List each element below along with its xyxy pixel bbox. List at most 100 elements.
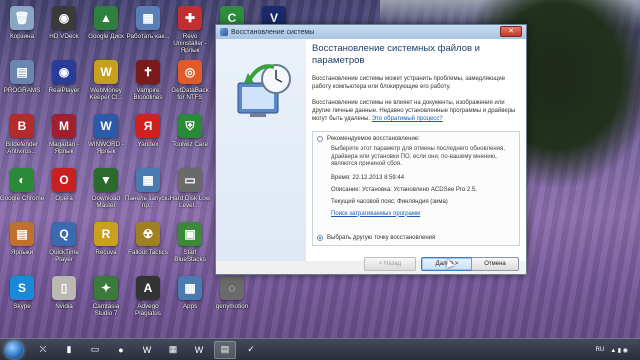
desktop-icon[interactable]: W WebMoney Keeper Cl... xyxy=(84,60,128,120)
desktop-icon[interactable]: ✚ Revo Uninstaller - Ярлык xyxy=(168,6,212,66)
desktop-icon-label: Recuva xyxy=(95,249,117,256)
app-icon: ▦ xyxy=(136,6,160,30)
desktop-icon[interactable]: ▼ Download Master xyxy=(84,168,128,228)
desktop-icon[interactable]: ▣ Start BlueStacks xyxy=(168,222,212,282)
desktop-icon[interactable]: S Skype xyxy=(0,276,44,336)
recommended-description: Выберите этот параметр для отмены послед… xyxy=(331,146,505,167)
dialog-content: Восстановление системных файлов и параме… xyxy=(216,39,526,261)
other-restore-label: Выбрать другую точку восстановления xyxy=(327,235,436,241)
desktop-icon[interactable]: Q QuickTime Player xyxy=(42,222,86,282)
desktop-icon[interactable]: ▦ Работать как... xyxy=(126,6,170,66)
reversible-link[interactable]: Это обратимый процесс? xyxy=(372,116,443,122)
desktop-icon[interactable]: ▭ Hard Disk Low Level ... xyxy=(168,168,212,228)
check-icon[interactable]: ✓ xyxy=(240,341,262,359)
desktop-icon[interactable]: ◌ genymotion xyxy=(210,276,254,336)
desktop-icon[interactable]: O Opera xyxy=(42,168,86,228)
app-icon: ◐ xyxy=(10,168,34,192)
recommended-restore-radio[interactable]: Рекомендуемое восстановление: xyxy=(317,136,515,142)
other-restore-point-radio[interactable]: Выбрать другую точку восстановления xyxy=(317,235,435,241)
app-icon: ✦ xyxy=(94,276,118,300)
affected-programs-link[interactable]: Поиск затрагиваемых программ xyxy=(331,211,515,217)
desktop-icon[interactable]: R Recuva xyxy=(84,222,128,282)
desktop-icon-label: Magadan - Ярлык xyxy=(48,141,80,155)
dialog-buttons: < Назад Далее > Отмена xyxy=(216,257,526,275)
dialog-main: Восстановление системных файлов и параме… xyxy=(312,43,520,246)
desktop-icon-label: Работать как... xyxy=(126,33,170,40)
desktop-icon[interactable]: ◐ Google Chrome xyxy=(0,168,44,228)
desktop-icon[interactable]: ◉ RealPlayer xyxy=(42,60,86,120)
cancel-button[interactable]: Отмена xyxy=(471,257,519,271)
app-icon: ▲ xyxy=(94,6,118,30)
desktop-icon-label: Корзина xyxy=(10,33,34,40)
desktop-icon-label: Toolwiz Care xyxy=(171,141,209,148)
word-icon[interactable]: W xyxy=(136,341,158,359)
desktop-icon-label: genymotion xyxy=(215,303,249,310)
desktop-icon[interactable]: ▦ Панель запуска пр... xyxy=(125,168,171,228)
restore-description: Описание: Установка: Установлено ACDSee … xyxy=(331,186,477,193)
start-button[interactable] xyxy=(0,339,28,360)
app-icon: ◉ xyxy=(52,6,76,30)
app-icon: ▯ xyxy=(52,276,76,300)
recommended-label: Рекомендуемое восстановление: xyxy=(327,136,420,142)
desktop-icon[interactable]: Я Yandex xyxy=(126,114,170,174)
restore-options: Рекомендуемое восстановление: Выберите э… xyxy=(312,131,520,246)
desktop-icon[interactable]: ◎ GetDataBack for NTFS xyxy=(168,60,212,120)
folder-icon[interactable]: ▮ xyxy=(58,341,80,359)
desktop-icon-label: WINWORD - Ярлык xyxy=(87,141,125,155)
app-icon: R xyxy=(94,222,118,246)
back-button[interactable]: < Назад xyxy=(364,257,416,271)
desktop-icon[interactable]: ▤ PROGRAMS xyxy=(0,60,44,120)
app-icon: M xyxy=(52,114,76,138)
app-icon: ▤ xyxy=(10,60,34,84)
app-icon: S xyxy=(10,276,34,300)
desktop-icon-label: QuickTime Player xyxy=(49,249,79,263)
taskbar-items: ⛌ ▮ ▭ ● W ▦ W ▤ ✓ xyxy=(28,340,262,359)
language-indicator[interactable]: RU xyxy=(596,347,605,353)
app-icon: ▦ xyxy=(178,276,202,300)
desktop-icon[interactable]: ✝ Vampire Bloodlines xyxy=(126,60,170,120)
desktop-icon[interactable]: ▦ Apps xyxy=(168,276,212,336)
desktop-icon-label: Ярлыки xyxy=(10,249,34,256)
app-icon: A xyxy=(136,276,160,300)
desktop-icon-label: Download Master xyxy=(91,195,120,209)
word2-icon[interactable]: W xyxy=(188,341,210,359)
app-icon: ▼ xyxy=(94,168,118,192)
desktop-icon[interactable]: ☢ Fallout Tactics xyxy=(126,222,170,282)
radio-selected-icon[interactable] xyxy=(317,235,323,241)
info-text: Восстановление системы не влияет на доку… xyxy=(312,99,520,123)
desktop-icon[interactable]: ◉ HD VDeck xyxy=(42,6,86,66)
ie-icon[interactable]: ⛌ xyxy=(32,341,54,359)
close-button[interactable]: ✕ xyxy=(500,26,522,37)
app-icon: 🗑 xyxy=(10,6,34,30)
desktop-icon-label: Google Диск xyxy=(88,33,124,40)
calculator-icon[interactable]: ▭ xyxy=(84,341,106,359)
taskbar: ⛌ ▮ ▭ ● W ▦ W ▤ ✓ RU ▲ ▮ ◉ xyxy=(0,338,640,360)
desktop-icon[interactable]: 🗑 Корзина xyxy=(0,6,44,66)
desktop-icon-label: Camtasia Studio 7 xyxy=(92,303,120,317)
desktop-icon-label: Fallout Tactics xyxy=(128,249,168,256)
radio-icon[interactable] xyxy=(317,136,323,142)
desktop-icon[interactable]: ▲ Google Диск xyxy=(84,6,128,66)
tray-icons: ▲ ▮ ◉ xyxy=(610,347,628,354)
desktop-icon[interactable]: ⛨ Toolwiz Care xyxy=(168,114,212,174)
app-icon: ◎ xyxy=(178,60,202,84)
desktop-icon[interactable]: ▤ Ярлыки xyxy=(0,222,44,282)
restore-icon[interactable]: ▤ xyxy=(214,340,236,359)
desktop-icon[interactable]: ▯ Nvidia xyxy=(42,276,86,336)
desktop-icon-label: Skype xyxy=(13,303,31,310)
dialog-heading: Восстановление системных файлов и параме… xyxy=(312,43,480,66)
desktop-icon-label: PROGRAMS xyxy=(3,87,41,94)
app-icon: Я xyxy=(136,114,160,138)
desktop-icon[interactable]: A Advego Plagiatus xyxy=(126,276,170,336)
opera-icon[interactable]: ● xyxy=(110,341,132,359)
desktop-icon[interactable]: W WINWORD - Ярлык xyxy=(84,114,128,174)
desktop-icon[interactable]: ✦ Camtasia Studio 7 xyxy=(84,276,128,336)
desktop-icon[interactable]: B Bitdefender Antivirus... xyxy=(0,114,44,174)
dialog-titlebar[interactable]: Восстановление системы ✕ xyxy=(216,25,526,39)
system-restore-icon xyxy=(220,28,228,36)
app-icon: Q xyxy=(52,222,76,246)
app-icon: B xyxy=(10,114,34,138)
desktop-icon[interactable]: M Magadan - Ярлык xyxy=(42,114,86,174)
desktop-icon-label: Google Chrome xyxy=(0,195,45,202)
grid-icon[interactable]: ▦ xyxy=(162,341,184,359)
